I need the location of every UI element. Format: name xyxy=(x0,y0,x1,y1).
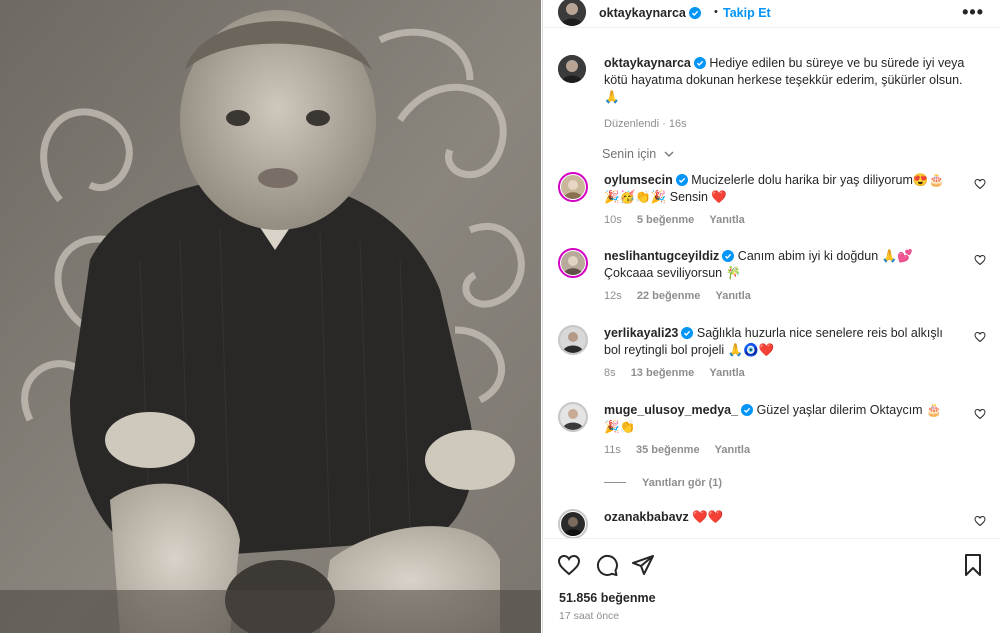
comment-username[interactable]: muge_ulusoy_medya_ xyxy=(604,403,738,417)
verified-badge-icon xyxy=(675,174,688,186)
comment-username[interactable]: neslihantugceyildiz xyxy=(604,249,719,263)
header-separator: • xyxy=(714,6,718,18)
comment-avatar-image xyxy=(561,512,585,536)
comment-sort-label: Senin için xyxy=(602,147,657,161)
comment-body: ozanakbabavz ❤️❤️ xyxy=(604,509,954,526)
caption-username[interactable]: oktaykaynarca xyxy=(604,56,691,70)
more-options-icon[interactable]: ••• xyxy=(962,2,984,23)
comment-item: ozanakbabavz ❤️❤️ xyxy=(558,509,988,539)
comment-meta: 11s 35 beğenme Yanıtla xyxy=(604,444,988,456)
post-side-panel: oktaykaynarca • Takip Et ••• oktaykaynar… xyxy=(542,0,1000,633)
caption-time[interactable]: 16s xyxy=(669,118,687,130)
comment-likes[interactable]: 22 beğenme xyxy=(637,290,701,302)
post-header: oktaykaynarca • Takip Et ••• xyxy=(543,0,1000,28)
post-caption: oktaykaynarca Hediye edilen bu süreye ve… xyxy=(558,55,978,130)
sepia-baby-photo xyxy=(0,0,541,633)
comment-time[interactable]: 10s xyxy=(604,214,622,226)
comment-avatar-image xyxy=(560,327,586,353)
verified-badge-icon xyxy=(688,7,701,19)
heart-icon[interactable] xyxy=(974,331,986,343)
comment-time[interactable]: 12s xyxy=(604,290,622,302)
comment-item: neslihantugceyildiz Canım abim iyi ki do… xyxy=(558,248,988,302)
caption-avatar-image xyxy=(558,55,586,83)
author-username-text[interactable]: oktaykaynarca xyxy=(599,6,686,20)
action-bar xyxy=(557,553,987,577)
reply-button[interactable]: Yanıtla xyxy=(715,290,750,302)
comment-username[interactable]: yerlikayali23 xyxy=(604,326,678,340)
reply-button[interactable]: Yanıtla xyxy=(715,444,750,456)
caption-author-avatar[interactable] xyxy=(558,55,586,83)
post-likes-count[interactable]: 51.856 beğenme xyxy=(559,591,656,605)
comment-avatar[interactable] xyxy=(558,402,588,432)
reply-button[interactable]: Yanıtla xyxy=(709,214,744,226)
comment-username[interactable]: ozanakbabavz xyxy=(604,510,689,524)
edited-label: Düzenlendi xyxy=(604,118,660,130)
author-avatar[interactable] xyxy=(558,0,586,26)
comment-time[interactable]: 8s xyxy=(604,367,616,379)
comment-avatar[interactable] xyxy=(558,325,588,355)
verified-badge-icon xyxy=(722,250,735,262)
replies-divider-line xyxy=(604,482,626,483)
verified-badge-icon xyxy=(693,57,706,69)
comment-item: yerlikayali23 Sağlıkla huzurla nice sene… xyxy=(558,325,988,379)
author-avatar-image xyxy=(558,0,586,26)
comment-avatar[interactable] xyxy=(558,509,588,539)
chevron-down-icon xyxy=(664,151,674,157)
caption-meta: Düzenlendi · 16s xyxy=(604,118,687,130)
comment-username[interactable]: oylumsecin xyxy=(604,173,673,187)
comment-likes[interactable]: 13 beğenme xyxy=(631,367,695,379)
reply-button[interactable]: Yanıtla xyxy=(709,367,744,379)
comment-avatar-image xyxy=(561,175,585,199)
follow-button[interactable]: Takip Et xyxy=(723,6,771,20)
comment-avatar[interactable] xyxy=(558,172,588,202)
comment-item: muge_ulusoy_medya_ Güzel yaşlar dilerim … xyxy=(558,402,988,456)
comment-avatar-image xyxy=(560,404,586,430)
comment-avatar-image xyxy=(561,251,585,275)
author-username-header[interactable]: oktaykaynarca xyxy=(599,6,701,20)
share-send-icon[interactable] xyxy=(631,553,655,577)
comment-sort-dropdown[interactable]: Senin için xyxy=(602,147,674,161)
view-replies-label: Yanıtları gör (1) xyxy=(642,477,723,489)
save-bookmark-icon[interactable] xyxy=(961,553,985,577)
comment-bubble-icon[interactable] xyxy=(595,553,619,577)
heart-icon[interactable] xyxy=(974,254,986,266)
comment-time[interactable]: 11s xyxy=(604,444,621,456)
like-heart-icon[interactable] xyxy=(557,553,581,577)
verified-badge-icon xyxy=(741,404,754,416)
comment-body: yerlikayali23 Sağlıkla huzurla nice sene… xyxy=(604,325,954,359)
post-timestamp: 17 saat önce xyxy=(559,610,620,622)
caption-text-block: oktaykaynarca Hediye edilen bu süreye ve… xyxy=(604,55,978,106)
comment-meta: 10s 5 beğenme Yanıtla xyxy=(604,214,988,226)
comment-text: ❤️❤️ xyxy=(692,510,724,524)
heart-icon[interactable] xyxy=(974,408,986,420)
comment-body: oylumsecin Mucizelerle dolu harika bir y… xyxy=(604,172,954,206)
comment-item: oylumsecin Mucizelerle dolu harika bir y… xyxy=(558,172,988,226)
comment-avatar[interactable] xyxy=(558,248,588,278)
comment-meta: 8s 13 beğenme Yanıtla xyxy=(604,367,988,379)
heart-icon[interactable] xyxy=(974,178,986,190)
post-photo[interactable] xyxy=(0,0,541,633)
verified-badge-icon xyxy=(681,327,694,339)
comment-likes[interactable]: 35 beğenme xyxy=(636,444,700,456)
view-replies-button[interactable]: Yanıtları gör (1) xyxy=(604,477,722,489)
post-footer: 51.856 beğenme 17 saat önce xyxy=(543,538,1000,633)
heart-icon[interactable] xyxy=(974,515,986,527)
comment-likes[interactable]: 5 beğenme xyxy=(637,214,694,226)
comment-meta: 12s 22 beğenme Yanıtla xyxy=(604,290,988,302)
comment-body: muge_ulusoy_medya_ Güzel yaşlar dilerim … xyxy=(604,402,954,436)
comment-body: neslihantugceyildiz Canım abim iyi ki do… xyxy=(604,248,954,282)
